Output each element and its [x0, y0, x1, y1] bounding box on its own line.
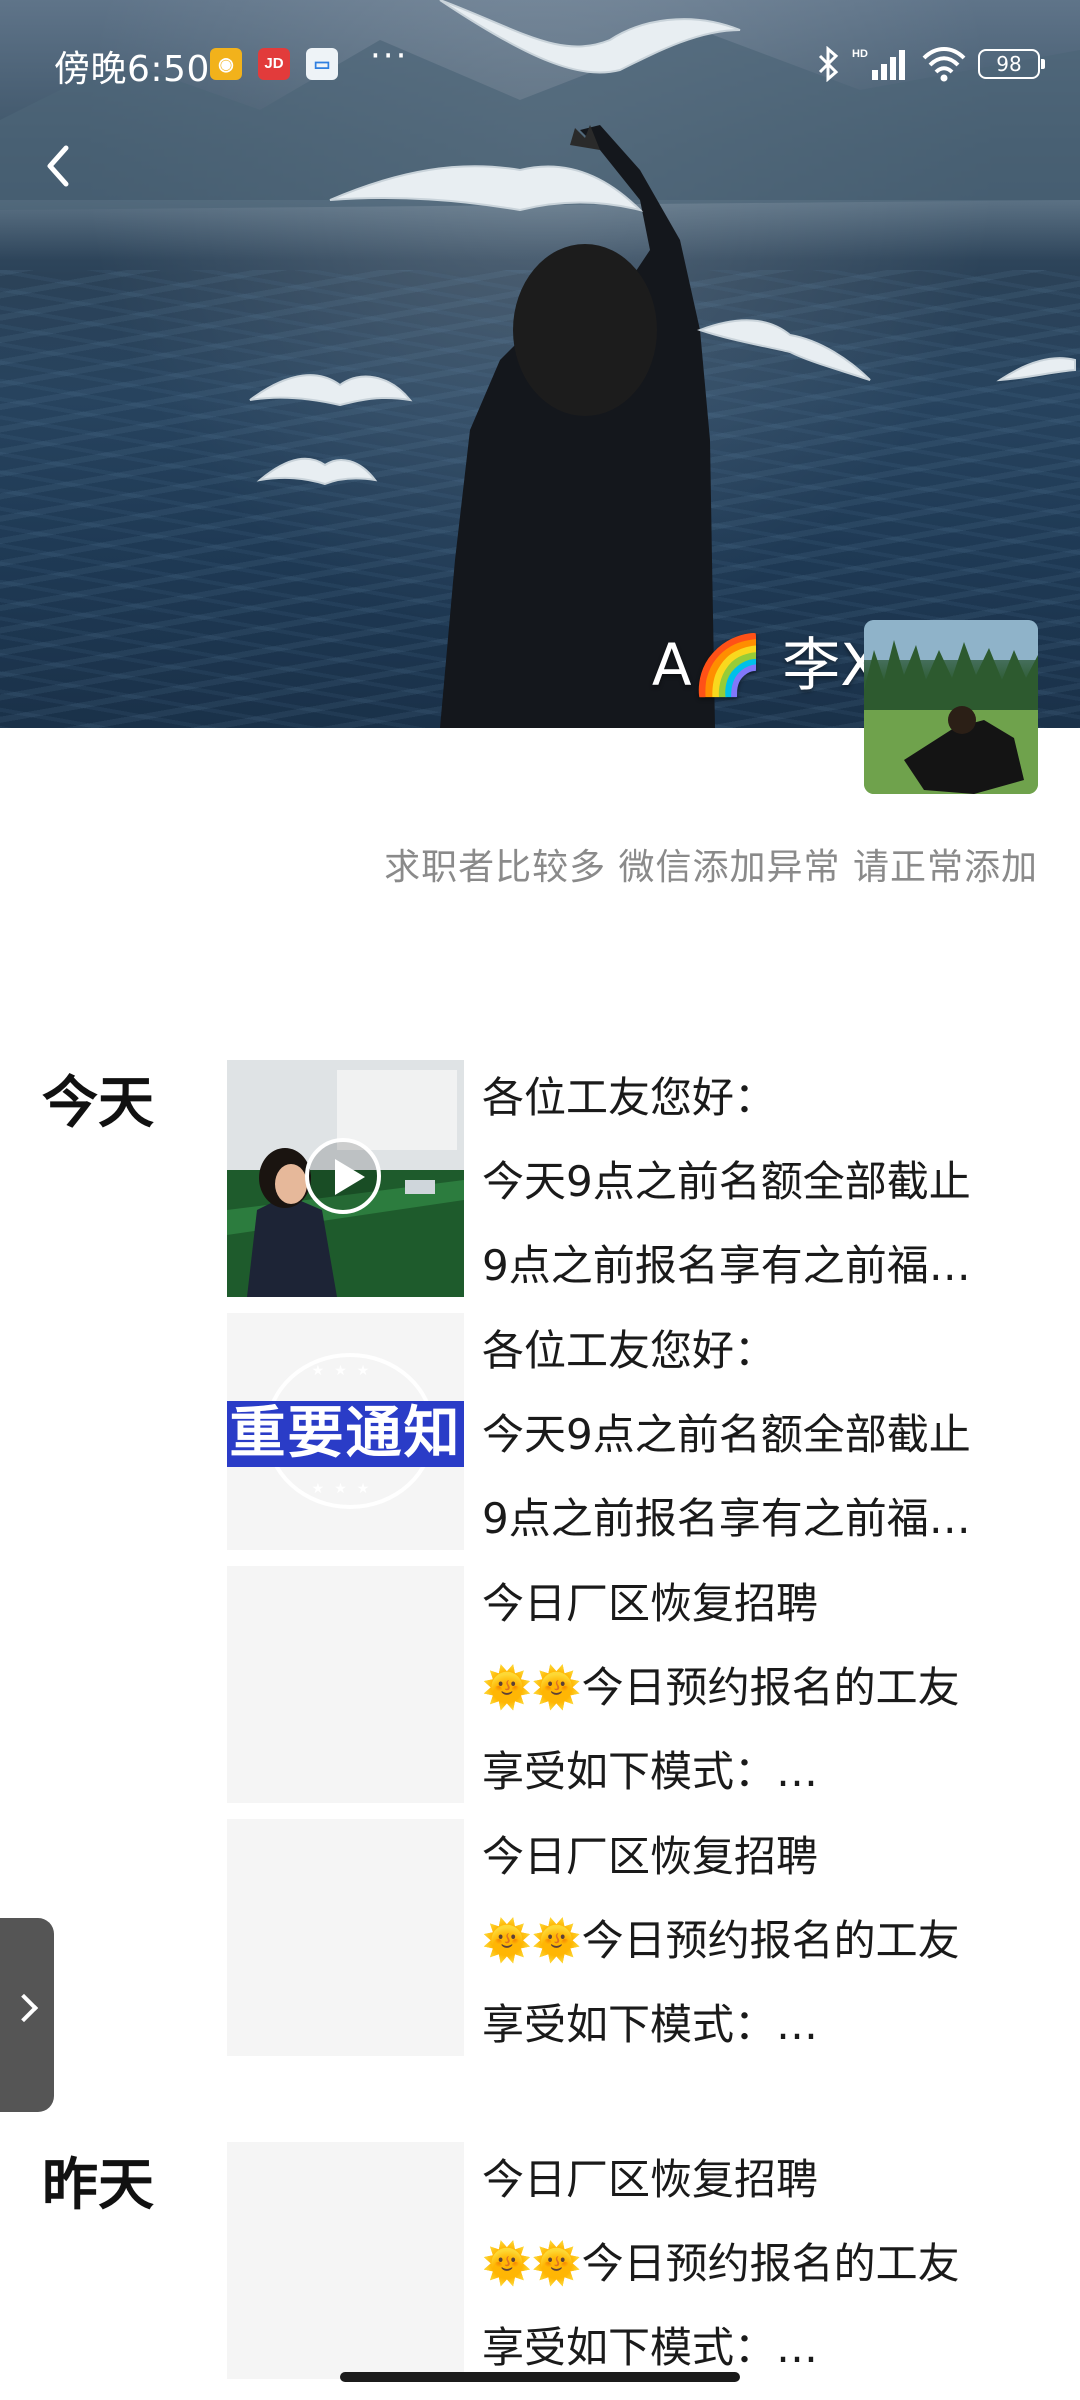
post-text: 各位工友您好： 今天9点之前名额全部截止 9点之前报名享有之前福… [482, 1309, 1042, 1561]
status-bar: 傍晚6:50 ◉ JD ▭ ··· HD 98 [0, 0, 1080, 130]
moment-post[interactable]: 今日厂区恢复招聘 🌞🌞今日预约报名的工友 享受如下模式：… [227, 2142, 1047, 2379]
post-text: 今日厂区恢复招聘 🌞🌞今日预约报名的工友 享受如下模式：… [482, 1562, 1042, 1814]
post-text: 今日厂区恢复招聘 🌞🌞今日预约报名的工友 享受如下模式：… [482, 1815, 1042, 2067]
post-text-line: 🌞🌞今日预约报名的工友 [482, 2222, 1042, 2306]
status-time: 傍晚6:50 [54, 49, 210, 90]
post-text-line: 享受如下模式：… [482, 2000, 819, 2049]
moment-post[interactable]: 各位工友您好： 今天9点之前名额全部截止 9点之前报名享有之前福… [227, 1060, 1047, 1297]
post-text-line: 今天9点之前名额全部截止 [482, 1410, 971, 1459]
home-indicator[interactable] [340, 2372, 740, 2382]
more-notifications-icon: ··· [370, 36, 409, 76]
post-text-line: 今日厂区恢复招聘 [482, 1579, 819, 1628]
wifi-icon [922, 47, 966, 82]
post-thumbnail[interactable]: ★★★ 重要通知 ★★★ [227, 1313, 464, 1550]
post-thumbnail-blank[interactable] [227, 2142, 464, 2379]
moment-post[interactable]: ★★★ 重要通知 ★★★ 各位工友您好： 今天9点之前名额全部截止 9点之前报名… [227, 1313, 1047, 1550]
sun-emoji: 🌞🌞 [482, 2241, 582, 2287]
post-text-line-content: 今日预约报名的工友 [581, 2239, 960, 2288]
post-text: 各位工友您好： 今天9点之前名额全部截止 9点之前报名享有之前福… [482, 1056, 1042, 1308]
post-text-line: 今日厂区恢复招聘 [482, 1832, 819, 1881]
battery-indicator: 98 [978, 49, 1045, 79]
back-button[interactable] [30, 130, 100, 200]
profile-name: A🌈 李X [651, 631, 880, 699]
chevron-left-icon [47, 145, 69, 187]
stars-icon: ★★★ [311, 1481, 380, 1497]
sun-emoji: 🌞🌞 [482, 1918, 582, 1964]
play-icon[interactable] [305, 1138, 381, 1214]
post-text: 今日厂区恢复招聘 🌞🌞今日预约报名的工友 享受如下模式：… [482, 2138, 1042, 2390]
date-label-today: 今天 [42, 1070, 154, 1136]
post-thumbnail-blank[interactable] [227, 1819, 464, 2056]
post-thumbnail[interactable] [227, 1060, 464, 1297]
post-thumbnail-blank[interactable] [227, 1566, 464, 1803]
moment-post[interactable]: 今日厂区恢复招聘 🌞🌞今日预约报名的工友 享受如下模式：… [227, 1566, 1047, 1803]
post-text-line: 各位工友您好： [482, 1073, 777, 1122]
post-text-line: 今天9点之前名额全部截止 [482, 1157, 971, 1206]
post-text-line: 享受如下模式：… [482, 1747, 819, 1796]
avatar-photo [864, 620, 1038, 794]
post-text-line: 9点之前报名享有之前福… [482, 1494, 971, 1543]
post-text-line: 🌞🌞今日预约报名的工友 [482, 1899, 1042, 1983]
jd-icon: JD [258, 48, 290, 80]
moments-profile-screen: 傍晚6:50 ◉ JD ▭ ··· HD 98 A🌈 李X 求职者比较多 微信添… [0, 0, 1080, 2400]
profile-signature: 求职者比较多 微信添加异常 请正常添加 [384, 847, 1038, 888]
post-text-line-content: 今日预约报名的工友 [581, 1663, 960, 1712]
stars-icon: ★★★ [311, 1363, 380, 1379]
bluetooth-icon [818, 46, 839, 82]
signal-icon: HD [852, 48, 905, 80]
notice-banner-text: 重要通知 [227, 1401, 464, 1467]
moment-post[interactable]: 今日厂区恢复招聘 🌞🌞今日预约报名的工友 享受如下模式：… [227, 1819, 1047, 2056]
post-text-line: 今日厂区恢复招聘 [482, 2155, 819, 2204]
date-label-yesterday: 昨天 [42, 2152, 154, 2218]
post-text-line: 🌞🌞今日预约报名的工友 [482, 1646, 1042, 1730]
sun-emoji: 🌞🌞 [482, 1665, 582, 1711]
side-drawer-handle[interactable] [0, 1918, 54, 2112]
post-text-line: 各位工友您好： [482, 1326, 777, 1375]
post-text-line: 9点之前报名享有之前福… [482, 1241, 971, 1290]
status-right-group: HD 98 [816, 44, 1045, 84]
svg-text:HD: HD [852, 48, 868, 60]
card-app-icon: ▭ [306, 48, 338, 80]
post-text-line-content: 今日预约报名的工友 [581, 1916, 960, 1965]
chevron-right-icon [9, 1993, 39, 2023]
avatar[interactable] [864, 620, 1038, 794]
weibo-icon: ◉ [210, 48, 242, 80]
